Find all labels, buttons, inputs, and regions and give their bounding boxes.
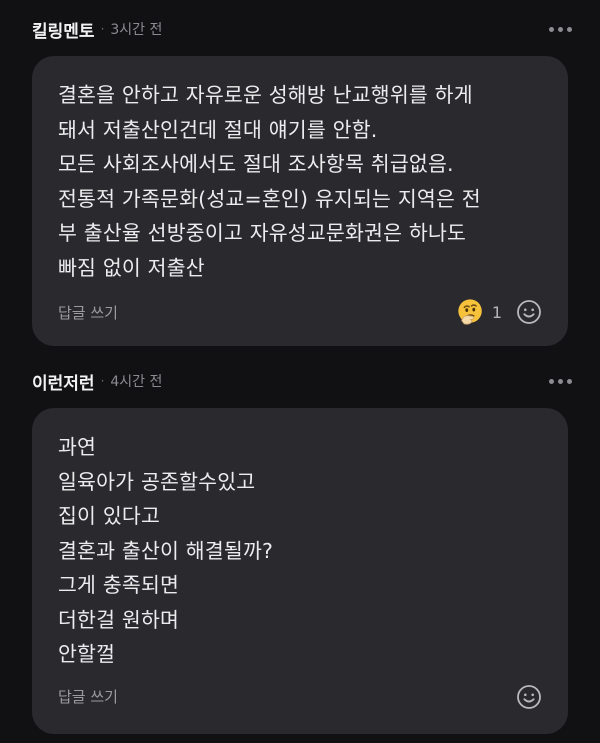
comment-1: 킬링멘토 · 3시간 전 결혼을 안하고 자유로운 성해방 난교행위를 하게 돼…: [0, 0, 600, 346]
more-dots-icon: [567, 378, 572, 384]
reply-button[interactable]: 답글 쓰기: [58, 686, 118, 707]
comment-author[interactable]: 이런저런: [32, 369, 95, 394]
more-dots-icon: [549, 26, 554, 32]
smiley-outline-icon[interactable]: [516, 684, 542, 710]
reaction-count: 1: [491, 302, 502, 322]
comment-footer: 답글 쓰기: [58, 680, 542, 714]
meta-separator: ·: [100, 22, 105, 36]
reactions: 1: [456, 297, 542, 327]
more-options-button[interactable]: [541, 373, 572, 390]
comment-author[interactable]: 킬링멘토: [32, 17, 95, 42]
comment-footer: 답글 쓰기 1: [58, 295, 542, 329]
comment-body: 결혼을 안하고 자유로운 성해방 난교행위를 하게 돼서 저출산인건데 절대 얘…: [58, 83, 481, 280]
comment-time: 4시간 전: [110, 374, 163, 390]
comment-bubble: 과연 일육아가 공존할수있고 집이 있다고 결혼과 출산이 해결될까? 그게 충…: [32, 408, 568, 734]
more-dots-icon: [558, 26, 563, 32]
comment-header: 이런저런 · 4시간 전: [32, 366, 572, 396]
comment-2: 이런저런 · 4시간 전 과연 일육아가 공존할수있고 집이 있다고 결혼과 출…: [0, 346, 600, 734]
more-dots-icon: [567, 26, 572, 32]
more-dots-icon: [549, 378, 554, 384]
smiley-outline-icon[interactable]: [516, 299, 542, 325]
thinking-face-icon[interactable]: [456, 297, 486, 327]
more-dots-icon: [558, 378, 563, 384]
comment-body: 과연 일육아가 공존할수있고 집이 있다고 결혼과 출산이 해결될까? 그게 충…: [58, 435, 274, 666]
comment-header: 킬링멘토 · 3시간 전: [32, 14, 572, 44]
meta-separator: ·: [100, 374, 105, 388]
reply-button[interactable]: 답글 쓰기: [58, 302, 118, 323]
more-options-button[interactable]: [541, 21, 572, 38]
comment-time: 3시간 전: [110, 22, 163, 38]
reactions: [516, 684, 542, 710]
comment-bubble: 결혼을 안하고 자유로운 성해방 난교행위를 하게 돼서 저출산인건데 절대 얘…: [32, 56, 568, 346]
